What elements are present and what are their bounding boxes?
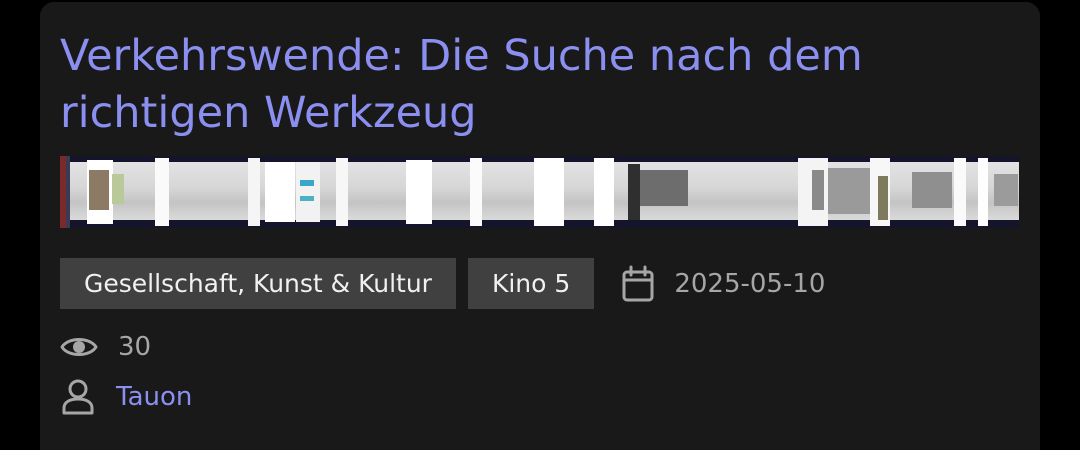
tag-category[interactable]: Gesellschaft, Kunst & Kultur xyxy=(60,258,456,309)
preview-frame xyxy=(878,176,888,220)
preview-frame xyxy=(954,158,966,226)
views-row: 30 xyxy=(60,328,151,366)
author-row: Tauon xyxy=(60,376,192,418)
preview-frame xyxy=(594,158,614,226)
tag-location[interactable]: Kino 5 xyxy=(467,258,595,309)
video-card: Verkehrswende: Die Suche nach dem richti… xyxy=(40,2,1040,450)
user-icon xyxy=(62,379,94,415)
video-preview-strip[interactable] xyxy=(60,156,1019,228)
preview-frame xyxy=(470,158,482,226)
preview-frame xyxy=(296,162,320,222)
preview-frame xyxy=(265,162,295,222)
preview-frame xyxy=(628,164,640,220)
preview-frame xyxy=(912,172,952,208)
author-link[interactable]: Tauon xyxy=(116,382,192,412)
preview-frame xyxy=(978,158,988,226)
view-count: 30 xyxy=(118,332,152,362)
preview-frame xyxy=(248,158,260,226)
preview-frame xyxy=(828,168,870,214)
preview-frame xyxy=(336,158,348,226)
eye-icon xyxy=(60,338,98,356)
calendar-icon xyxy=(622,265,654,301)
video-title[interactable]: Verkehrswende: Die Suche nach dem richti… xyxy=(60,28,1010,142)
preview-frame xyxy=(155,158,169,226)
preview-frame xyxy=(66,156,70,228)
meta-row: Gesellschaft, Kunst & Kultur Kino 5 2025… xyxy=(60,258,825,309)
preview-frame xyxy=(640,170,688,206)
publish-date: 2025-05-10 xyxy=(674,268,826,299)
preview-frame xyxy=(112,174,124,204)
preview-frame xyxy=(812,170,824,210)
preview-frame xyxy=(300,180,314,186)
preview-frame xyxy=(534,158,564,226)
preview-frame xyxy=(89,170,109,210)
preview-frame xyxy=(406,160,432,224)
date-group: 2025-05-10 xyxy=(622,265,826,302)
preview-frame xyxy=(994,174,1018,206)
preview-frame xyxy=(300,196,314,201)
